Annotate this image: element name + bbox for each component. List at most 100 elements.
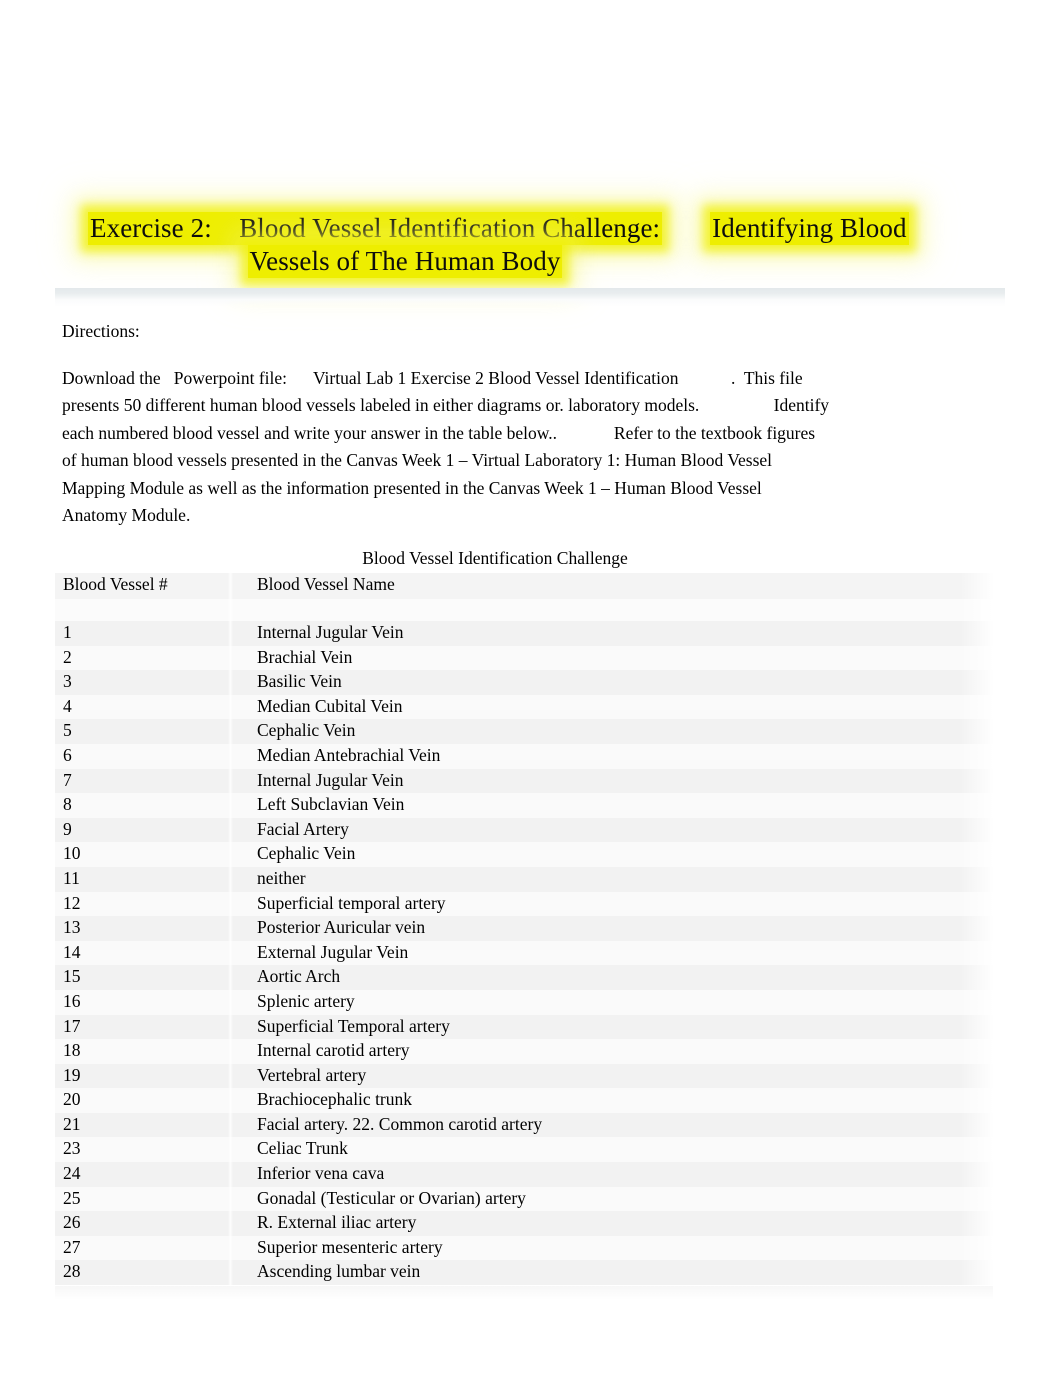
blood-vessel-table: Blood Vessel # Blood Vessel Name 1 Intern…	[55, 573, 993, 1286]
cell-vessel-name: Left Subclavian Vein	[233, 793, 993, 818]
cell-vessel-name: Celiac Trunk	[233, 1137, 993, 1163]
cell-vessel-number: 23	[55, 1137, 233, 1163]
table-row: 20 Brachiocephalic trunk	[55, 1088, 993, 1113]
directions-line: Download the Powerpoint file: Virtual La…	[62, 368, 803, 388]
cell-vessel-name: Superior mesenteric artery	[233, 1235, 993, 1261]
cell-vessel-number: 11	[55, 866, 233, 892]
cell-vessel-name: Internal carotid artery	[233, 1039, 993, 1064]
cell-vessel-name: Facial artery. 22. Common carotid artery	[233, 1112, 993, 1138]
spacer-cell	[233, 599, 993, 621]
table-row: 26 R. External iliac artery	[55, 1211, 993, 1236]
cell-vessel-number: 7	[55, 768, 233, 794]
cell-vessel-name: Brachiocephalic trunk	[233, 1088, 993, 1113]
cell-vessel-number: 17	[55, 1014, 233, 1040]
table-row: 23 Celiac Trunk	[55, 1137, 993, 1163]
title-highlight-segment-a: Exercise 2: Blood Vessel Identification …	[88, 212, 663, 245]
column-header-number: Blood Vessel #	[55, 573, 233, 599]
table-row: 2 Brachial Vein	[55, 645, 993, 671]
cell-vessel-name: Internal Jugular Vein	[233, 621, 993, 646]
cell-vessel-number: 20	[55, 1088, 233, 1113]
table-row: 18 Internal carotid artery	[55, 1039, 993, 1064]
directions-line: each numbered blood vessel and write you…	[62, 422, 816, 443]
cell-vessel-number: 26	[55, 1211, 233, 1236]
cell-vessel-number: 3	[55, 670, 233, 695]
cell-vessel-name: Aortic Arch	[233, 965, 993, 990]
table-row: 1 Internal Jugular Vein	[55, 621, 993, 646]
cell-vessel-name: R. External iliac artery	[233, 1211, 993, 1236]
heading-rule-shadow	[55, 300, 1005, 307]
directions-line: Mapping Module as well as the informatio…	[62, 477, 762, 498]
table-row: 13 Posterior Auricular vein	[55, 916, 993, 941]
cell-vessel-name: Internal Jugular Vein	[233, 768, 993, 794]
table-row: 19 Vertebral artery	[55, 1063, 993, 1089]
directions-line: presents 50 different human blood vessel…	[62, 395, 830, 416]
table-row: 10 Cephalic Vein	[55, 842, 993, 867]
cell-vessel-number: 10	[55, 842, 233, 867]
table-row: 14 External Jugular Vein	[55, 940, 993, 966]
cell-vessel-name: Posterior Auricular vein	[233, 916, 993, 941]
cell-vessel-number: 18	[55, 1039, 233, 1064]
cell-vessel-number: 4	[55, 694, 233, 720]
cell-vessel-name: Superficial temporal artery	[233, 891, 993, 917]
directions-label: Directions:	[62, 321, 140, 341]
column-header-name: Blood Vessel Name	[233, 573, 993, 599]
cell-vessel-name: Gonadal (Testicular or Ovarian) artery	[233, 1186, 993, 1212]
cell-vessel-name: Cephalic Vein	[233, 719, 993, 744]
table-row: 4 Median Cubital Vein	[55, 694, 993, 720]
cell-vessel-name: External Jugular Vein	[233, 940, 993, 966]
table-row: 15 Aortic Arch	[55, 965, 993, 990]
cell-vessel-number: 8	[55, 793, 233, 818]
cell-vessel-name: Ascending lumbar vein	[233, 1260, 993, 1286]
table-row: 11 neither	[55, 866, 993, 892]
cell-vessel-number: 5	[55, 719, 233, 744]
cell-vessel-name: neither	[233, 866, 993, 892]
table-row: 6 Median Antebrachial Vein	[55, 743, 993, 769]
table-row: 24 Inferior vena cava	[55, 1162, 993, 1187]
table-bottom-edge-fade	[55, 1286, 993, 1300]
cell-vessel-number: 27	[55, 1235, 233, 1261]
cell-vessel-number: 28	[55, 1260, 233, 1286]
cell-vessel-number: 9	[55, 817, 233, 843]
document-page: Exercise 2: Blood Vessel Identification …	[0, 0, 1062, 1376]
table-row: 7 Internal Jugular Vein	[55, 768, 993, 794]
cell-vessel-number: 13	[55, 916, 233, 941]
cell-vessel-number: 6	[55, 743, 233, 769]
cell-vessel-number: 25	[55, 1186, 233, 1212]
table-row: 8 Left Subclavian Vein	[55, 793, 993, 818]
spacer-cell	[55, 599, 233, 621]
table-row: 12 Superficial temporal artery	[55, 891, 993, 917]
cell-vessel-name: Inferior vena cava	[233, 1162, 993, 1187]
table-row: 27 Superior mesenteric artery	[55, 1235, 993, 1261]
directions-paragraph: Download the Powerpoint file: Virtual La…	[62, 365, 1007, 529]
table-row: 9 Facial Artery	[55, 817, 993, 843]
title-highlight-segment-b: Identifying Blood	[710, 212, 909, 245]
table-spacer-row	[55, 599, 993, 621]
title-highlight-segment-c: Vessels of The Human Body	[247, 245, 563, 278]
table-row: 21 Facial artery. 22. Common carotid arte…	[55, 1112, 993, 1138]
cell-vessel-name: Cephalic Vein	[233, 842, 993, 867]
table-row: 3 Basilic Vein	[55, 670, 993, 695]
directions-line: of human blood vessels presented in the …	[62, 450, 773, 471]
cell-vessel-number: 2	[55, 645, 233, 671]
table-row: 16 Splenic artery	[55, 989, 993, 1015]
heading-rule	[55, 288, 1005, 300]
cell-vessel-number: 24	[55, 1162, 233, 1187]
cell-vessel-number: 21	[55, 1112, 233, 1138]
document-title: Exercise 2: Blood Vessel Identification …	[55, 212, 1005, 278]
cell-vessel-number: 12	[55, 891, 233, 917]
table-caption: Blood Vessel Identification Challenge	[362, 548, 628, 568]
table-row: 17 Superficial Temporal artery	[55, 1014, 993, 1040]
cell-vessel-number: 19	[55, 1063, 233, 1089]
cell-vessel-name: Facial Artery	[233, 817, 993, 843]
table-row: 28 Ascending lumbar vein	[55, 1260, 993, 1286]
title-line-2: Vessels of The Human Body	[55, 245, 1005, 278]
cell-vessel-number: 1	[55, 621, 233, 646]
cell-vessel-name: Splenic artery	[233, 989, 993, 1015]
directions-line: Anatomy Module.	[62, 505, 191, 526]
cell-vessel-number: 15	[55, 965, 233, 990]
cell-vessel-name: Vertebral artery	[233, 1063, 993, 1089]
cell-vessel-name: Brachial Vein	[233, 645, 993, 671]
cell-vessel-name: Basilic Vein	[233, 670, 993, 695]
table-header-row: Blood Vessel # Blood Vessel Name	[55, 573, 993, 599]
cell-vessel-number: 16	[55, 989, 233, 1015]
